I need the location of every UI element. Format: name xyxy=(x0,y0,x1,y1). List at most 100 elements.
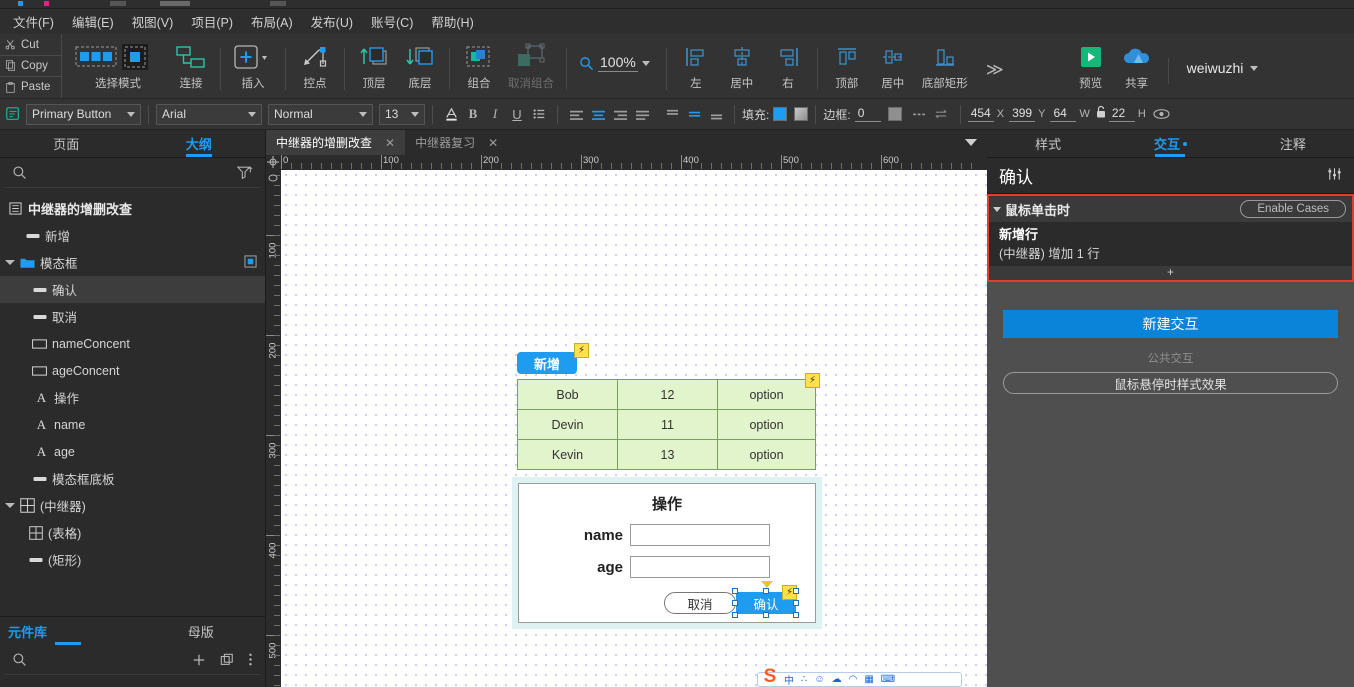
table-cell-option[interactable]: option xyxy=(717,379,816,410)
chevron-down-icon[interactable] xyxy=(641,60,650,66)
enable-cases-button[interactable]: Enable Cases xyxy=(1240,200,1346,218)
underline-button[interactable]: U xyxy=(506,104,528,125)
event-action-text[interactable]: (中继器) 增加 1 行 xyxy=(999,245,1352,264)
tab-style[interactable]: 样式 xyxy=(987,130,1109,157)
group-button[interactable]: 组合 xyxy=(456,40,502,91)
rotate-handle-icon[interactable] xyxy=(761,581,773,588)
user-menu[interactable]: weiwuzhi xyxy=(1177,40,1273,76)
bring-to-front-button[interactable]: 顶层 xyxy=(351,40,397,91)
tab-pages[interactable]: 页面 xyxy=(0,130,133,157)
tree-item-nameconcent[interactable]: nameConcent xyxy=(0,330,265,357)
tab-notes[interactable]: 注释 xyxy=(1232,130,1354,157)
resize-handle-nw[interactable] xyxy=(732,588,738,594)
close-icon[interactable]: ✕ xyxy=(488,136,498,150)
ime-cloud-icon[interactable]: ☁ xyxy=(832,674,842,685)
fill-gradient-swatch[interactable] xyxy=(794,107,809,121)
ime-toolbar[interactable]: 中 ∴ ☺ ☁ ◠ ▦ ⌨ xyxy=(757,672,962,687)
horizontal-ruler[interactable]: 0 100 200 300 400 500 600 xyxy=(266,155,987,170)
canvas-repeater-table[interactable]: Bob 12 option Devin 11 option Kevin 13 o… xyxy=(517,379,816,470)
menu-item-view[interactable]: 视图(V) xyxy=(123,8,183,35)
resize-handle-ne[interactable] xyxy=(793,588,799,594)
table-cell-age[interactable]: 12 xyxy=(617,379,718,410)
visibility-eye-icon[interactable] xyxy=(1151,104,1173,125)
resize-handle-n[interactable] xyxy=(763,588,769,594)
close-icon[interactable]: ✕ xyxy=(385,136,395,150)
vertical-ruler[interactable]: 100 200 300 400 500 xyxy=(266,170,281,687)
new-interaction-button[interactable]: 新建交互 xyxy=(1003,310,1338,338)
ruler-lock-icon[interactable] xyxy=(267,172,279,184)
menu-item-file[interactable]: 文件(F) xyxy=(4,8,63,35)
font-color-icon[interactable] xyxy=(440,104,462,125)
interaction-bolt-icon[interactable]: ⚡ xyxy=(574,343,589,358)
resize-handle-s[interactable] xyxy=(763,612,769,618)
align-top-button[interactable]: 顶部 xyxy=(824,40,870,91)
text-align-left-button[interactable] xyxy=(565,104,587,125)
menu-item-project[interactable]: 项目(P) xyxy=(182,8,242,35)
ime-toolbox-icon[interactable]: ▦ xyxy=(864,674,873,685)
canvas-add-button[interactable]: 新增 xyxy=(517,352,577,374)
text-align-center-button[interactable] xyxy=(587,104,609,125)
hover-style-button[interactable]: 鼠标悬停时样式效果 xyxy=(1003,372,1338,394)
ime-logo-icon[interactable]: S xyxy=(757,666,783,687)
table-cell-option[interactable]: option xyxy=(717,439,816,470)
arrow-style-button[interactable] xyxy=(931,104,953,125)
table-row[interactable]: Kevin 13 option xyxy=(517,439,816,470)
tab-outline[interactable]: 大纲 xyxy=(133,130,266,157)
menu-item-edit[interactable]: 编辑(E) xyxy=(63,8,123,35)
bullet-list-button[interactable] xyxy=(528,104,550,125)
paste-button[interactable]: Paste xyxy=(0,77,61,98)
zoom-control[interactable]: 100% xyxy=(573,40,660,72)
event-name[interactable]: 鼠标单击时 xyxy=(993,200,1070,219)
tree-item-name-text[interactable]: A name xyxy=(0,411,265,438)
table-row[interactable]: Bob 12 option xyxy=(517,379,816,410)
connect-button[interactable]: 连接 xyxy=(168,40,214,91)
resize-handle-sw[interactable] xyxy=(732,612,738,618)
table-row[interactable]: Devin 11 option xyxy=(517,409,816,440)
ime-voice-icon[interactable]: ◠ xyxy=(849,674,858,685)
valign-bottom-button[interactable] xyxy=(705,104,727,125)
library-search-row[interactable] xyxy=(4,645,261,675)
send-to-back-button[interactable]: 底层 xyxy=(397,40,443,91)
ime-emoji-icon[interactable]: ☺ xyxy=(814,674,824,685)
modal-visibility-toggle[interactable] xyxy=(244,254,257,271)
select-mode-button[interactable]: 选择模式 xyxy=(68,40,168,91)
tree-item-table[interactable]: (表格) xyxy=(0,519,265,546)
tree-item-age-text[interactable]: A age xyxy=(0,438,265,465)
border-width-input[interactable]: 0 xyxy=(854,106,881,122)
ruler-origin-corner[interactable] xyxy=(266,155,281,170)
italic-button[interactable]: I xyxy=(484,104,506,125)
menu-item-layout[interactable]: 布局(A) xyxy=(242,8,302,35)
more-options-icon[interactable] xyxy=(248,652,253,667)
tree-item-add[interactable]: 新增 xyxy=(0,222,265,249)
tree-item-modal-backplate[interactable]: 模态框底板 xyxy=(0,465,265,492)
filter-icon[interactable] xyxy=(237,165,253,180)
preview-button[interactable]: 预览 xyxy=(1068,40,1114,91)
table-cell-option[interactable]: option xyxy=(717,409,816,440)
modal-age-input[interactable] xyxy=(630,556,770,578)
canvas-tab-secondary[interactable]: 中继器复习 ✕ xyxy=(405,130,508,155)
resize-handle-se[interactable] xyxy=(793,612,799,618)
control-point-button[interactable]: 控点 xyxy=(292,40,338,91)
design-canvas[interactable]: 新增 ⚡ Bob 12 option Devin 11 option Kevin… xyxy=(281,170,987,687)
widget-style-select[interactable]: Primary Button xyxy=(26,103,141,125)
ime-keyboard-icon[interactable]: ⌨ xyxy=(881,674,895,685)
modal-name-input[interactable] xyxy=(630,524,770,546)
insert-button[interactable]: 插入 xyxy=(227,40,279,91)
table-cell-age[interactable]: 13 xyxy=(617,439,718,470)
align-right-button[interactable]: 右 xyxy=(765,40,811,91)
outline-search-row[interactable] xyxy=(4,158,261,188)
height-input[interactable]: 22 xyxy=(1108,106,1135,122)
resize-handle-e[interactable] xyxy=(793,600,799,606)
event-row[interactable]: 鼠标单击时 Enable Cases xyxy=(989,196,1352,222)
modal-cancel-button[interactable]: 取消 xyxy=(664,592,736,614)
table-cell-name[interactable]: Kevin xyxy=(517,439,618,470)
add-action-button[interactable]: + xyxy=(989,266,1352,280)
menu-item-publish[interactable]: 发布(U) xyxy=(302,8,362,35)
tree-item-cancel[interactable]: 取消 xyxy=(0,303,265,330)
tree-item-modal-folder[interactable]: 模态框 xyxy=(0,249,265,276)
ime-punctuation-icon[interactable]: ∴ xyxy=(801,674,807,685)
fill-color-swatch[interactable] xyxy=(773,107,788,121)
table-cell-age[interactable]: 11 xyxy=(617,409,718,440)
align-center-button[interactable]: 居中 xyxy=(719,40,765,91)
canvas-modal-dialog[interactable]: 操作 name age 取消 确认 ⚡ xyxy=(512,477,822,629)
